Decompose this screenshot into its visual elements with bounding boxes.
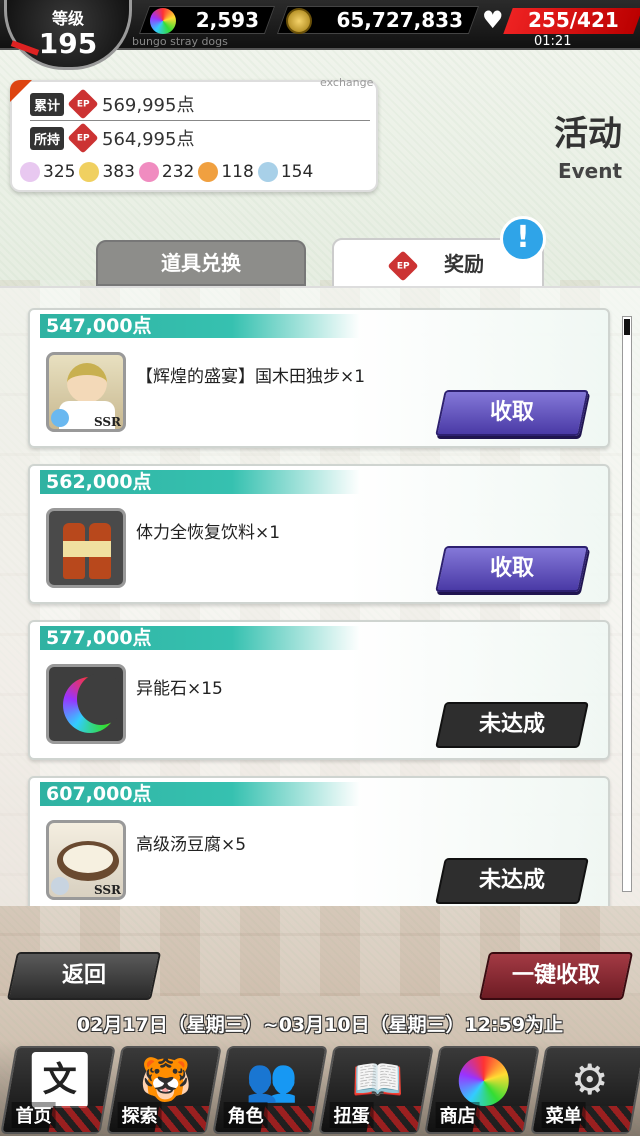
alert-icon: ! [500,216,546,262]
nav-label: 探索 [117,1102,162,1128]
bouquet-icon [138,162,159,182]
not-achieved-button[interactable]: 未达成 [435,858,589,904]
heart-icon: ♥ [482,6,504,34]
owned-value: 564,995点 [102,129,195,150]
reward-points: 547,000点 [40,314,360,338]
nav-item-character[interactable]: 👥 角色 [212,1046,328,1134]
nav-item-explore[interactable]: 🐯 探索 [106,1046,222,1134]
owned-points-row: 所持 EP 564,995点 [30,122,195,154]
nav-pattern [48,1106,104,1132]
reward-points: 562,000点 [40,470,360,494]
tab-reward-label: 奖励 [444,252,484,276]
nav-item-gacha[interactable]: 📖 扭蛋 [318,1046,434,1134]
gacha-icon: 📖 [351,1055,404,1104]
total-label: 累计 [30,92,65,116]
material-item: 118 [198,162,254,182]
rarity-badge: SSR [93,883,121,897]
bottom-nav: 文 首页 🐯 探索 👥 角色 📖 扭蛋 商店 ⚙ 菜单 [0,1040,640,1136]
medal-icon [198,162,219,182]
exchange-label: exchange [320,76,374,89]
coin-icon [286,8,312,34]
shop-icon [456,1052,512,1108]
stamina-value: 255/421 [528,8,619,32]
reward-card: 547,000点 SSR 【辉煌的盛宴】国木田独步×1 收取 [28,308,610,448]
nav-label: 角色 [223,1102,268,1128]
claim-all-button[interactable]: 一键收取 [478,952,634,1000]
rarity-badge: SSR [93,415,121,429]
nav-pattern [154,1106,210,1132]
stamina-timer: 01:21 [534,34,572,49]
event-title-en: Event [557,159,622,183]
gem-icon [150,8,176,34]
nav-item-shop[interactable]: 商店 [424,1046,540,1134]
divider [30,120,370,121]
nav-pattern [578,1106,634,1132]
total-value: 569,995点 [102,95,195,116]
nav-label: 扭蛋 [329,1102,374,1128]
reward-card: 607,000点 SSR 高级汤豆腐×5 未达成 [28,776,610,906]
ep-icon: EP [67,122,99,154]
nav-pattern [260,1106,316,1132]
nav-label: 商店 [435,1102,480,1128]
home-icon: 文 [31,1052,88,1108]
charm-icon [257,162,278,182]
reward-name: 高级汤豆腐×5 [136,835,247,855]
owned-label: 所持 [30,126,65,150]
nav-label: 菜单 [541,1102,586,1128]
reward-points: 577,000点 [40,626,360,650]
menu-icon: ⚙ [570,1055,609,1104]
explore-icon: 🐯 [139,1055,192,1104]
event-title-cn: 活动 [554,114,622,154]
game-subtitle: bungo stray dogs [132,35,228,48]
ability-stone-icon[interactable] [46,664,126,744]
scrollbar-thumb[interactable] [624,319,630,335]
list-scrollbar[interactable] [622,316,632,892]
reward-name: 【辉煌的盛宴】国木田独步×1 [136,367,366,387]
points-panel: 累计 EP 569,995点 所持 EP 564,995点 325 383 23… [10,80,378,192]
reward-name: 异能石×15 [136,679,223,699]
nav-item-menu[interactable]: ⚙ 菜单 [530,1046,640,1134]
total-points-row: 累计 EP 569,995点 [30,88,195,120]
level-value: 195 [38,27,98,60]
flower-icon [20,162,40,182]
material-list: 325 383 232 118 154 [20,162,313,182]
level-label: 等级 [51,9,84,28]
reward-points: 607,000点 [40,782,360,806]
reward-card: 562,000点 体力全恢复饮料×1 收取 [28,464,610,604]
stamina-counter[interactable]: ♥ 255/421 01:21 [478,2,640,49]
reward-card: 577,000点 异能石×15 未达成 [28,620,610,760]
panel-corner [10,80,32,102]
event-period: 02月17日（星期三）~03月10日（星期三）12:59为止 [76,1014,564,1036]
tab-item-exchange[interactable]: 道具兑换 [96,240,306,286]
ribbon-icon [79,162,100,182]
stamina-drink-icon[interactable] [46,508,126,588]
tofu-soup-icon[interactable]: SSR [46,820,126,900]
character-portrait-icon[interactable]: SSR [46,352,126,432]
claim-button[interactable]: 收取 [435,390,589,436]
material-item: 232 [138,162,194,182]
nav-pattern [472,1106,528,1132]
claim-button[interactable]: 收取 [435,546,589,592]
not-achieved-button[interactable]: 未达成 [435,702,589,748]
reward-name: 体力全恢复饮料×1 [136,523,281,543]
back-button[interactable]: 返回 [6,952,162,1000]
nav-label: 首页 [11,1102,56,1128]
nav-item-home[interactable]: 文 首页 [0,1046,116,1134]
character-icon: 👥 [245,1055,298,1104]
event-title: 活动 Event [554,106,622,183]
material-item: 325 [20,162,75,182]
material-item: 383 [79,162,135,182]
nav-pattern [366,1106,422,1132]
ep-icon: EP [387,249,419,282]
material-item: 154 [257,162,313,182]
reward-list[interactable]: 547,000点 SSR 【辉煌的盛宴】国木田独步×1 收取 562,000点 … [0,286,640,906]
ep-icon: EP [67,88,99,120]
